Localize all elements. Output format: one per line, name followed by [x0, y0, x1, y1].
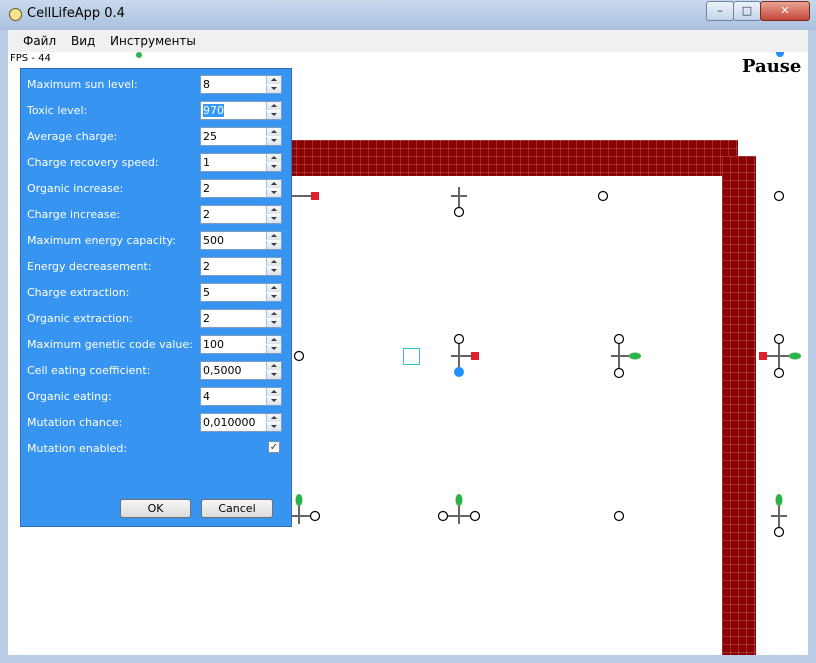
spin-down-icon[interactable] — [266, 371, 281, 379]
cell[interactable] — [451, 187, 467, 218]
spin-down-icon[interactable] — [266, 111, 281, 119]
spin-up-icon[interactable] — [266, 232, 281, 240]
spin-down-icon[interactable] — [266, 293, 281, 301]
spin-down-icon[interactable] — [266, 423, 281, 431]
cell-eating-coefficient-input[interactable]: 0,5000 — [200, 361, 282, 380]
field-label-max-sun: Maximum sun level: — [27, 78, 138, 91]
spin-up-icon[interactable] — [266, 388, 281, 396]
spin-up-icon[interactable] — [266, 310, 281, 318]
energy-decrease-input[interactable]: 2 — [200, 257, 282, 276]
max-genetic-code-input[interactable]: 100 — [200, 335, 282, 354]
cancel-button[interactable]: Cancel — [201, 499, 273, 518]
field-label-max-energy: Maximum energy capacity: — [27, 234, 176, 247]
cell[interactable] — [759, 333, 801, 379]
spin-up-icon[interactable] — [266, 102, 281, 110]
window-frame-left — [0, 30, 8, 663]
field-label-organic-eating: Organic eating: — [27, 390, 112, 403]
window-frame-right — [808, 30, 816, 663]
max-sun-input[interactable]: 8 — [200, 75, 282, 94]
spin-down-icon[interactable] — [266, 215, 281, 223]
organic-increase-input[interactable]: 2 — [200, 179, 282, 198]
spin-up-icon[interactable] — [266, 154, 281, 162]
spin-up-icon[interactable] — [266, 76, 281, 84]
ok-button[interactable]: OK — [120, 499, 191, 518]
spin-down-icon[interactable] — [266, 345, 281, 353]
spin-up-icon[interactable] — [266, 258, 281, 266]
spin-down-icon[interactable] — [266, 397, 281, 405]
field-label-mutation-enabled: Mutation enabled: — [27, 442, 128, 455]
field-label-organic-extraction: Organic extraction: — [27, 312, 133, 325]
organic-extraction-input[interactable]: 2 — [200, 309, 282, 328]
spin-up-icon[interactable] — [266, 284, 281, 292]
field-label-charge-recovery: Charge recovery speed: — [27, 156, 159, 169]
cell[interactable] — [771, 494, 787, 538]
spin-down-icon[interactable] — [266, 189, 281, 197]
cell[interactable] — [451, 333, 479, 378]
field-label-mutation-chance: Mutation chance: — [27, 416, 123, 429]
spin-up-icon[interactable] — [266, 128, 281, 136]
spin-down-icon[interactable] — [266, 85, 281, 93]
spin-down-icon[interactable] — [266, 137, 281, 145]
organic-eating-input[interactable]: 4 — [200, 387, 282, 406]
field-label-charge-increase: Charge increase: — [27, 208, 121, 221]
cell[interactable] — [613, 510, 625, 522]
field-label-energy-decrease: Energy decreasement: — [27, 260, 152, 273]
field-label-toxic: Toxic level: — [27, 104, 88, 117]
spin-up-icon[interactable] — [266, 414, 281, 422]
field-label-cell-eating: Cell eating coefficient: — [27, 364, 151, 377]
mutation-chance-input[interactable]: 0,010000 — [200, 413, 282, 432]
window-frame-bottom — [0, 655, 816, 663]
spin-up-icon[interactable] — [266, 206, 281, 214]
spin-down-icon[interactable] — [266, 319, 281, 327]
spin-down-icon[interactable] — [266, 241, 281, 249]
toxic-level-input[interactable]: 970 — [200, 101, 282, 120]
spin-up-icon[interactable] — [266, 180, 281, 188]
max-energy-input[interactable]: 500 — [200, 231, 282, 250]
field-label-avg-charge: Average charge: — [27, 130, 118, 143]
charge-extraction-input[interactable]: 5 — [200, 283, 282, 302]
cell[interactable] — [437, 494, 481, 524]
spin-up-icon[interactable] — [266, 362, 281, 370]
average-charge-input[interactable]: 25 — [200, 127, 282, 146]
cell[interactable] — [611, 333, 641, 379]
field-label-max-genetic: Maximum genetic code value: — [27, 338, 193, 351]
cell[interactable] — [293, 350, 305, 362]
charge-increase-input[interactable]: 2 — [200, 205, 282, 224]
spin-up-icon[interactable] — [266, 336, 281, 344]
cell[interactable] — [289, 192, 319, 200]
spin-down-icon[interactable] — [266, 163, 281, 171]
mutation-enabled-checkbox[interactable]: ✓ — [268, 441, 280, 453]
field-label-organic-increase: Organic increase: — [27, 182, 124, 195]
spin-down-icon[interactable] — [266, 267, 281, 275]
cell[interactable] — [773, 190, 785, 202]
cell[interactable] — [597, 190, 609, 202]
field-label-charge-extraction: Charge extraction: — [27, 286, 130, 299]
cell[interactable] — [289, 494, 321, 524]
charge-recovery-input[interactable]: 1 — [200, 153, 282, 172]
